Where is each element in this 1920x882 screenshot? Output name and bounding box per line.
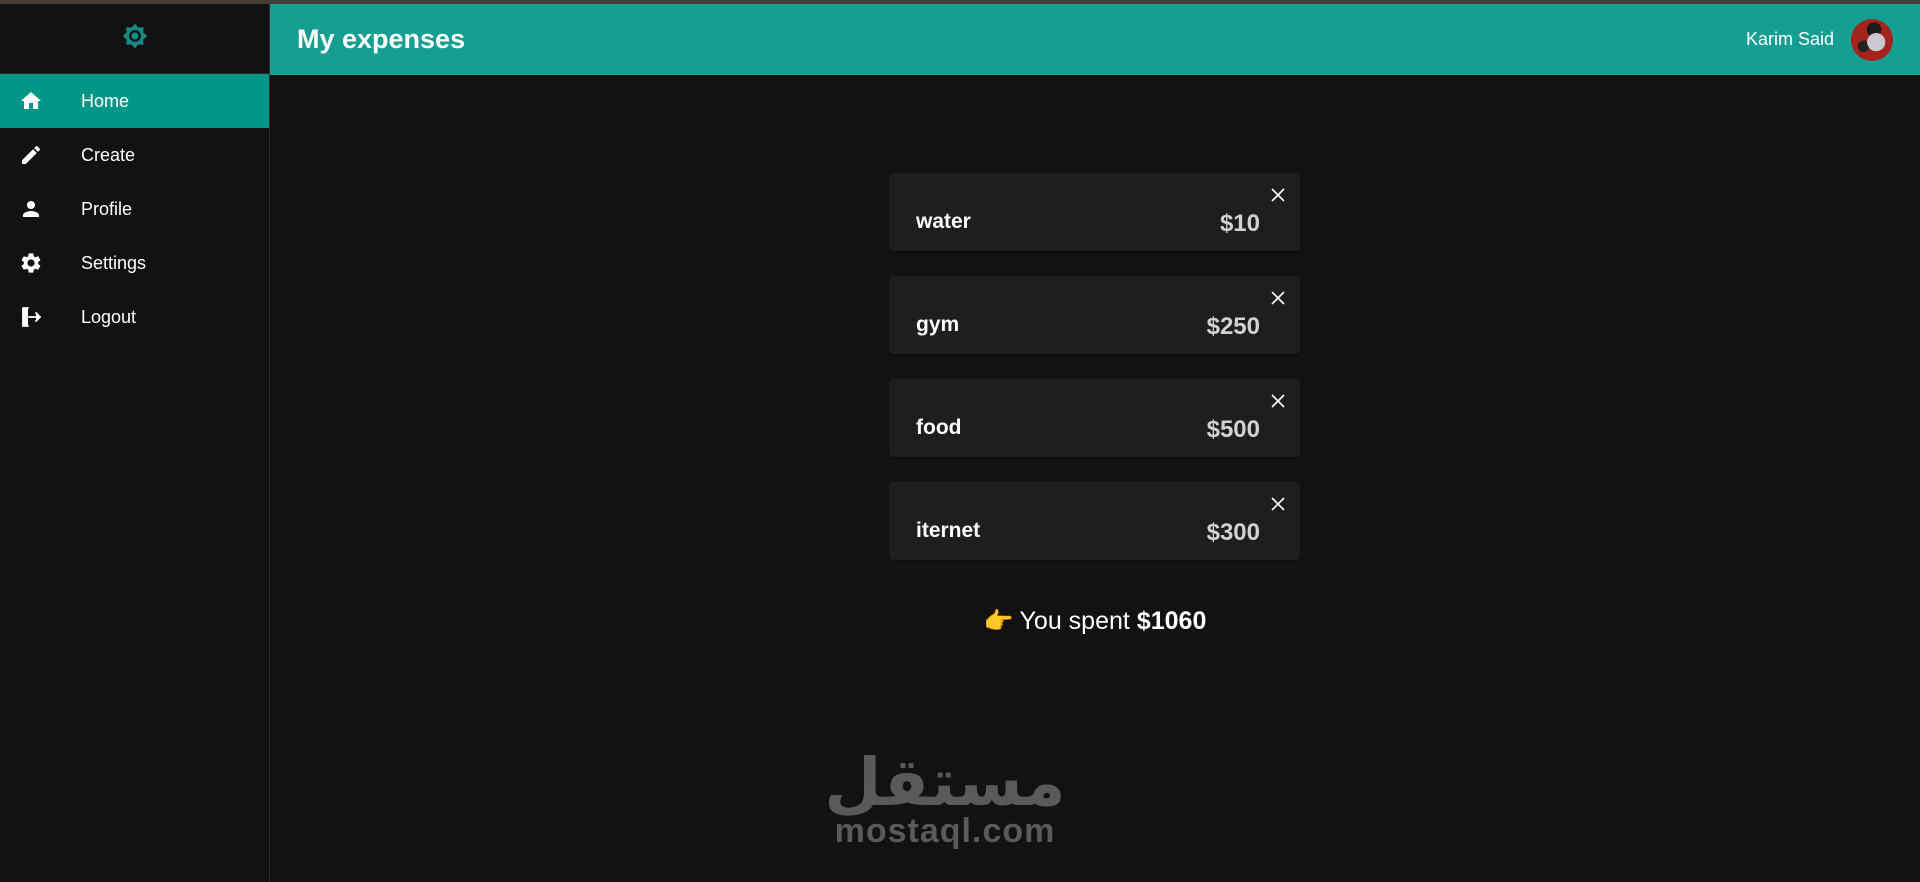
pencil-icon: [19, 143, 43, 167]
home-icon: [19, 89, 43, 113]
sidebar-item-label: Logout: [81, 306, 137, 327]
close-icon: [1271, 497, 1285, 511]
expense-list: water $10 gym $250 food $500 iternet $30…: [889, 173, 1300, 585]
sidebar-item-label: Profile: [81, 198, 133, 219]
delete-expense-button[interactable]: [1266, 286, 1290, 310]
main-content: water $10 gym $250 food $500 iternet $30…: [270, 75, 1920, 882]
expense-card: food $500: [889, 379, 1300, 457]
expense-name: gym: [916, 313, 960, 336]
watermark-arabic: مستقل: [824, 744, 1066, 821]
close-icon: [1271, 188, 1285, 202]
expense-amount: $500: [1206, 416, 1260, 443]
delete-expense-button[interactable]: [1266, 492, 1290, 516]
expense-amount: $10: [1219, 210, 1260, 237]
avatar[interactable]: [1851, 18, 1893, 61]
close-icon: [1271, 291, 1285, 305]
expense-amount: $300: [1206, 519, 1260, 546]
delete-expense-button[interactable]: [1266, 183, 1290, 207]
total-prefix: You spent: [1019, 607, 1130, 635]
sidebar-item-profile[interactable]: Profile: [0, 182, 269, 236]
sidebar-item-label: Create: [81, 144, 136, 165]
user-menu[interactable]: Karim Said: [1745, 18, 1893, 61]
sidebar-header: [0, 4, 269, 74]
sidebar-item-create[interactable]: Create: [0, 128, 269, 182]
gear-icon: [19, 251, 43, 275]
pointing-hand-icon: 👉: [983, 608, 1014, 635]
expense-name: water: [916, 210, 971, 233]
sidebar-item-label: Home: [81, 90, 130, 111]
person-icon: [19, 197, 43, 221]
expense-card: water $10: [889, 173, 1300, 251]
close-icon: [1271, 394, 1285, 408]
expense-name: iternet: [916, 519, 981, 542]
expense-card: iternet $300: [889, 482, 1300, 560]
sidebar-item-settings[interactable]: Settings: [0, 236, 269, 290]
sidebar: Home Create Profile Settings Logout: [0, 4, 270, 882]
expense-card: gym $250: [889, 276, 1300, 354]
logout-icon: [19, 305, 43, 329]
sidebar-item-logout[interactable]: Logout: [0, 290, 269, 344]
brightness-icon[interactable]: [121, 22, 149, 55]
delete-expense-button[interactable]: [1266, 389, 1290, 413]
page-title: My expenses: [297, 24, 466, 54]
sidebar-item-home[interactable]: Home: [0, 74, 269, 128]
watermark: مستقل mostaql.com: [820, 750, 1070, 851]
app-bar: My expenses Karim Said: [270, 4, 1920, 75]
sidebar-nav: Home Create Profile Settings Logout: [0, 74, 269, 344]
expense-name: food: [916, 416, 962, 439]
user-name: Karim Said: [1745, 29, 1834, 49]
total-summary: 👉 You spent $1060: [270, 607, 1920, 636]
watermark-latin: mostaql.com: [834, 812, 1056, 850]
expense-amount: $250: [1206, 313, 1260, 340]
sidebar-item-label: Settings: [81, 252, 147, 273]
total-amount: $1060: [1136, 607, 1207, 635]
